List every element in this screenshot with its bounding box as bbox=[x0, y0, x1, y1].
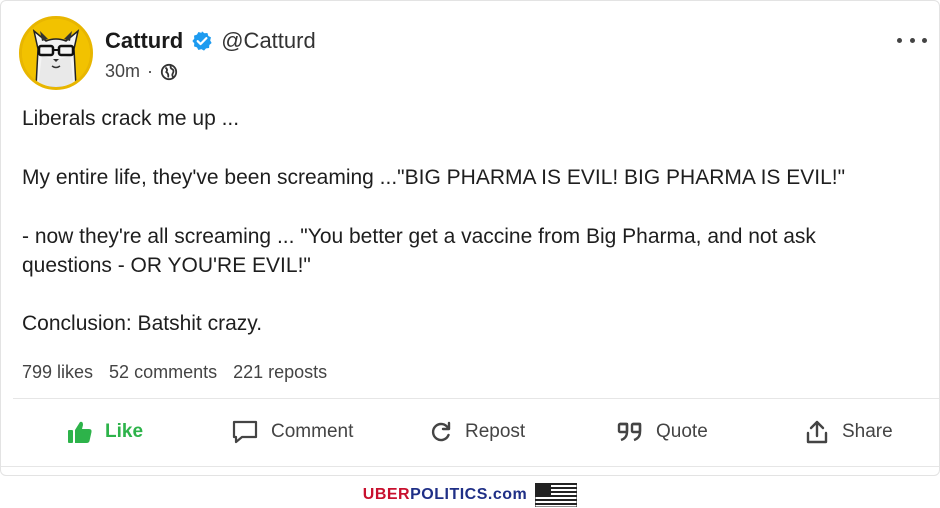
repost-label: Repost bbox=[465, 421, 526, 442]
time-row: 30m · bbox=[105, 61, 316, 82]
quote-button[interactable]: Quote bbox=[616, 399, 708, 465]
reposts-count[interactable]: 221 reposts bbox=[233, 362, 327, 383]
comment-icon bbox=[232, 420, 258, 444]
post-paragraph: My entire life, they've been screaming .… bbox=[22, 166, 846, 189]
like-button[interactable]: Like bbox=[67, 399, 143, 465]
more-dot-icon bbox=[909, 37, 915, 43]
author-handle[interactable]: @Catturd bbox=[221, 28, 315, 54]
like-label: Like bbox=[105, 421, 144, 442]
quote-icon bbox=[617, 422, 642, 442]
post-stats: 799 likes 52 comments 221 reposts bbox=[22, 362, 343, 383]
post-paragraph: - now they're all screaming ... "You bet… bbox=[22, 225, 816, 277]
name-row: Catturd @Catturd bbox=[105, 27, 316, 55]
globe-icon bbox=[160, 63, 178, 80]
comment-button[interactable]: Comment bbox=[231, 399, 353, 465]
cat-avatar-icon bbox=[22, 19, 90, 87]
more-options-button[interactable] bbox=[897, 33, 927, 47]
author-name[interactable]: Catturd bbox=[105, 28, 183, 54]
divider bbox=[1, 466, 939, 467]
action-bar: Like Comment Repost Quote Share bbox=[1, 399, 940, 465]
us-flag-icon bbox=[535, 483, 578, 507]
more-dot-icon bbox=[922, 37, 927, 43]
more-dot-icon bbox=[897, 37, 902, 43]
repost-icon bbox=[431, 421, 451, 442]
quote-label: Quote bbox=[656, 421, 708, 442]
post-paragraph: Conclusion: Batshit crazy. bbox=[22, 312, 263, 335]
watermark: UBER POLITICS.com bbox=[0, 482, 940, 508]
share-label: Share bbox=[842, 421, 893, 442]
watermark-text-red: UBER bbox=[362, 486, 411, 503]
author-meta: Catturd @Catturd 30m · bbox=[105, 16, 316, 90]
watermark-text-blue: POLITICS.com bbox=[410, 486, 528, 503]
post-card: Catturd @Catturd 30m · Liberals crack me… bbox=[0, 0, 940, 476]
separator-dot: · bbox=[147, 61, 154, 81]
verified-check-icon bbox=[192, 31, 212, 51]
share-icon bbox=[806, 420, 828, 444]
comments-count[interactable]: 52 comments bbox=[109, 362, 217, 383]
post-time[interactable]: 30m bbox=[105, 61, 140, 82]
comment-label: Comment bbox=[271, 421, 354, 442]
post-paragraph: Liberals crack me up ... bbox=[22, 107, 240, 130]
thumbs-up-icon bbox=[68, 421, 92, 443]
share-button[interactable]: Share bbox=[804, 399, 893, 465]
post-header: Catturd @Catturd 30m · bbox=[19, 16, 316, 90]
avatar[interactable] bbox=[19, 16, 93, 90]
likes-count[interactable]: 799 likes bbox=[22, 362, 93, 383]
repost-button[interactable]: Repost bbox=[429, 399, 525, 465]
